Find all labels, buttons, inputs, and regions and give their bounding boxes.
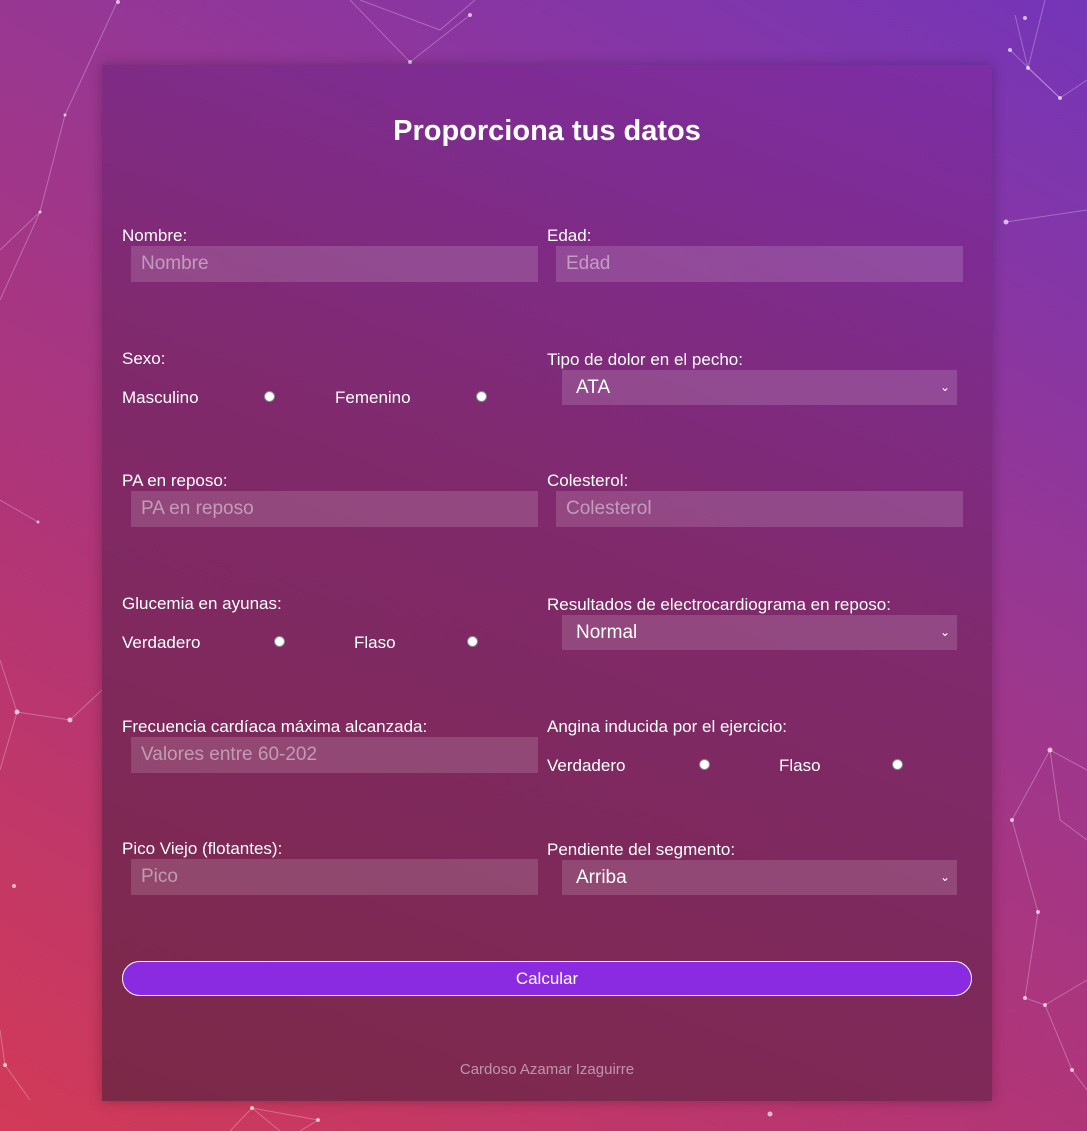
pico-label: Pico Viejo (flotantes): <box>122 839 283 858</box>
radio-label-glucemia-verdadero: Verdadero <box>122 633 201 652</box>
pendiente-selected-value: Arriba <box>576 867 627 888</box>
pa-reposo-input[interactable] <box>131 491 538 527</box>
radio-glucemia-flaso[interactable] <box>467 636 478 647</box>
pendiente-label: Pendiente del segmento: <box>547 840 736 859</box>
radio-label-angina-verdadero: Verdadero <box>547 756 626 775</box>
calcular-button[interactable]: Calcular <box>122 961 972 996</box>
pico-input[interactable] <box>131 859 538 895</box>
glucemia-label: Glucemia en ayunas: <box>122 594 282 613</box>
radio-glucemia-verdadero[interactable] <box>274 636 285 647</box>
radio-label-glucemia-flaso: Flaso <box>354 633 396 652</box>
nombre-input[interactable] <box>131 246 538 282</box>
chevron-down-icon: ⌄ <box>939 870 950 884</box>
radio-masculino[interactable] <box>264 391 275 402</box>
ecg-label: Resultados de electrocardiograma en repo… <box>547 595 891 614</box>
radio-angina-verdadero[interactable] <box>699 759 710 770</box>
tipo-dolor-selected-value: ATA <box>576 377 611 398</box>
ecg-select[interactable]: Normal ⌄ <box>562 615 957 650</box>
colesterol-input[interactable] <box>556 491 963 527</box>
form-card: Proporciona tus datos Nombre: Edad: Sexo… <box>102 65 992 1101</box>
radio-label-angina-flaso: Flaso <box>779 756 821 775</box>
tipo-dolor-select[interactable]: ATA ⌄ <box>562 370 957 405</box>
edad-label: Edad: <box>547 226 592 245</box>
frecuencia-input[interactable] <box>131 737 538 773</box>
nombre-label: Nombre: <box>122 226 188 245</box>
radio-femenino[interactable] <box>476 391 487 402</box>
angina-label: Angina inducida por el ejercicio: <box>547 717 788 736</box>
radio-label-femenino: Femenino <box>335 388 411 407</box>
footer-credit: Cardoso Azamar Izaguirre <box>459 1061 635 1078</box>
chevron-down-icon: ⌄ <box>939 625 950 639</box>
chevron-down-icon: ⌄ <box>939 380 950 394</box>
tipo-dolor-label: Tipo de dolor en el pecho: <box>547 350 743 369</box>
pendiente-select[interactable]: Arriba ⌄ <box>562 860 957 895</box>
sexo-label: Sexo: <box>122 349 166 368</box>
radio-label-masculino: Masculino <box>122 388 199 407</box>
form-title: Proporciona tus datos <box>393 115 701 147</box>
radio-angina-flaso[interactable] <box>892 759 903 770</box>
frecuencia-label: Frecuencia cardíaca máxima alcanzada: <box>122 717 428 736</box>
colesterol-label: Colesterol: <box>547 471 629 490</box>
edad-input[interactable] <box>556 246 963 282</box>
pa-reposo-label: PA en reposo: <box>122 471 228 490</box>
ecg-selected-value: Normal <box>576 622 638 643</box>
